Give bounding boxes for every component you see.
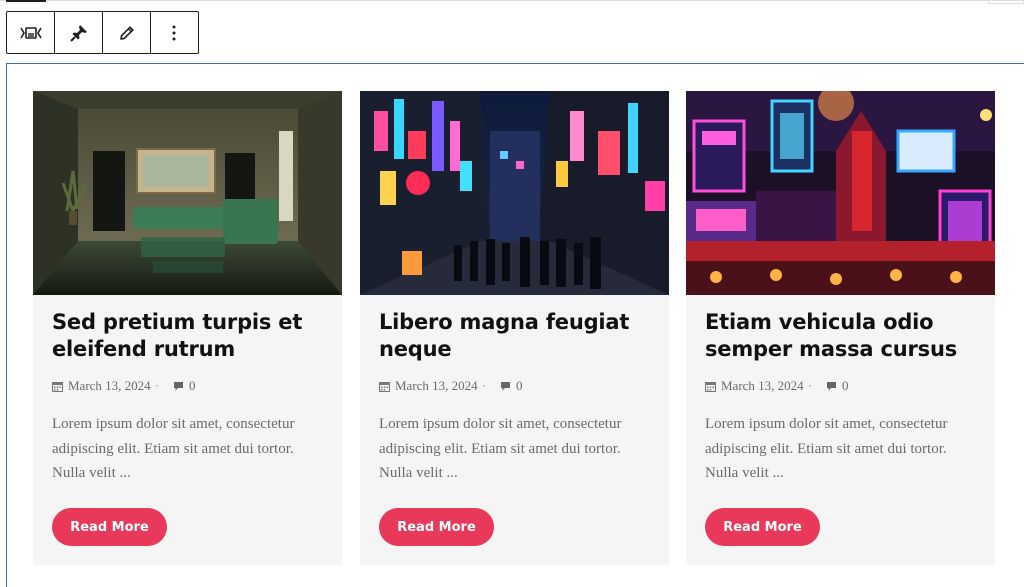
post-date: March 13, 2024	[395, 378, 478, 393]
calendar-icon	[705, 381, 716, 392]
post-thumbnail[interactable]	[686, 91, 995, 295]
neon-signs-image	[686, 91, 995, 295]
post-thumbnail[interactable]	[33, 91, 342, 295]
night-street-image	[360, 91, 669, 295]
post-excerpt: Lorem ipsum dolor sit amet, consectetur …	[52, 416, 295, 481]
post-excerpt: Lorem ipsum dolor sit amet, consectetur …	[705, 416, 948, 481]
calendar-icon	[52, 381, 63, 392]
top-right-frame	[988, 0, 1024, 4]
comment-icon	[174, 381, 184, 390]
top-tab-indicator	[6, 0, 46, 2]
calendar-icon	[379, 381, 390, 392]
top-divider	[0, 0, 1024, 1]
post-card: Etiam vehicula odio semper massa cursus …	[686, 91, 995, 565]
read-more-button[interactable]: Read More	[379, 508, 494, 546]
meta-separator: ·	[481, 378, 487, 393]
meta-separator: ·	[807, 378, 813, 393]
comment-count[interactable]: 0	[842, 378, 849, 394]
more-options-button[interactable]	[151, 12, 197, 53]
post-title[interactable]: Libero magna feugiat neque	[379, 309, 654, 363]
block-type-icon	[19, 26, 42, 39]
meta-separator: ·	[154, 378, 160, 393]
edit-button[interactable]	[103, 12, 151, 53]
post-meta: March 13, 2024 · 0	[705, 378, 849, 394]
living-room-image	[33, 91, 342, 295]
pencil-icon	[119, 25, 134, 40]
pin-icon	[69, 24, 87, 42]
post-thumbnail[interactable]	[360, 91, 669, 295]
more-options-icon	[172, 25, 176, 40]
comment-icon	[501, 381, 511, 390]
post-title[interactable]: Sed pretium turpis et eleifend rutrum	[52, 309, 327, 363]
pin-button[interactable]	[55, 12, 103, 53]
post-date: March 13, 2024	[68, 378, 151, 393]
post-excerpt: Lorem ipsum dolor sit amet, consectetur …	[379, 416, 622, 481]
comment-count[interactable]: 0	[189, 378, 196, 394]
block-type-button[interactable]	[7, 12, 55, 53]
comment-icon	[827, 381, 837, 390]
post-card: Sed pretium turpis et eleifend rutrum Ma…	[33, 91, 342, 565]
post-card: Libero magna feugiat neque March 13, 202…	[360, 91, 669, 565]
post-title[interactable]: Etiam vehicula odio semper massa cursus	[705, 309, 980, 363]
comment-count[interactable]: 0	[516, 378, 523, 394]
block-toolbar	[6, 11, 199, 54]
post-meta: March 13, 2024 · 0	[52, 378, 196, 394]
post-meta: March 13, 2024 · 0	[379, 378, 523, 394]
read-more-button[interactable]: Read More	[705, 508, 820, 546]
read-more-button[interactable]: Read More	[52, 508, 167, 546]
post-date: March 13, 2024	[721, 378, 804, 393]
